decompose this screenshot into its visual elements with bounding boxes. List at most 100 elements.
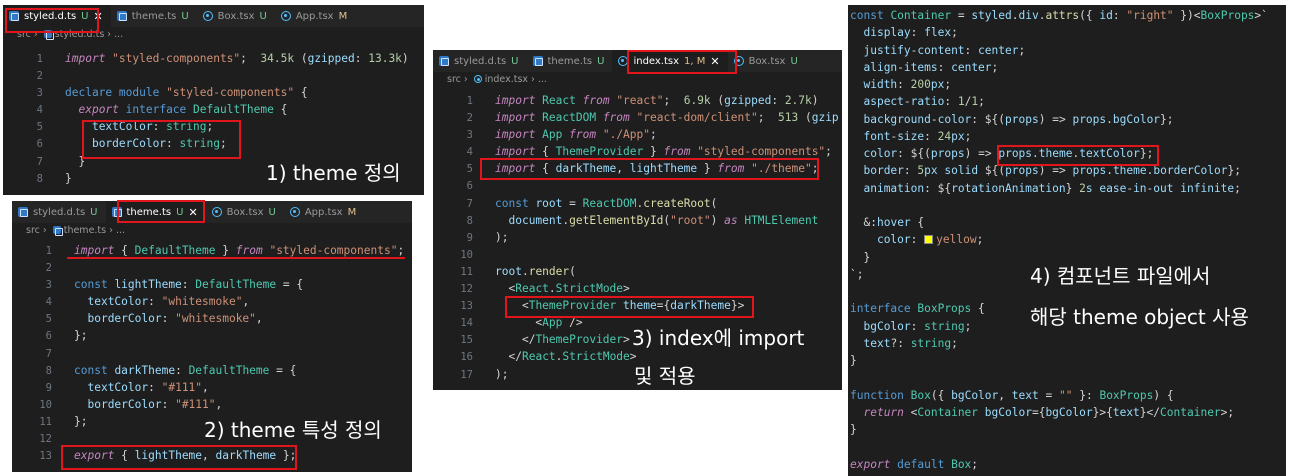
line-number: 7: [45, 347, 52, 360]
code-line: 6 borderColor: string;: [3, 135, 424, 152]
code-line: border: 5px solid ${(props) => props.the…: [848, 162, 1286, 179]
tab-label: Box.tsx: [217, 10, 255, 22]
tab-app-tsx[interactable]: App.tsx M: [284, 201, 364, 223]
chevron-right-icon: ›: [39, 225, 50, 236]
tab-app-tsx[interactable]: App.tsx M: [275, 5, 355, 27]
tab-label: Box.tsx: [748, 55, 786, 67]
line-number: 9: [45, 381, 52, 394]
react-file-icon: [280, 11, 291, 21]
code-text: import React from "react"; 6.9k (gzipped…: [495, 94, 819, 107]
code-line: 4 import { ThemeProvider } from "styled-c…: [433, 143, 842, 160]
typescript-file-icon: [532, 56, 543, 66]
typescript-file-icon: [18, 207, 28, 217]
code-line: 5 borderColor: "whitesmoke",: [12, 310, 412, 327]
breadcrumb-item[interactable]: src: [17, 29, 31, 40]
tab-label: styled.d.ts: [454, 55, 507, 67]
editor-panel-theme-ts: styled.d.ts Utheme.ts U ✕ Box.tsx U App.tsx M s…: [12, 201, 412, 472]
code-text: display: flex;: [863, 26, 958, 40]
line-number: 8: [36, 172, 43, 185]
close-icon[interactable]: ✕: [188, 206, 197, 219]
line-number: 16: [460, 351, 473, 364]
code-area[interactable]: const Container = styled.div.attrs({ id:…: [848, 7, 1286, 473]
line-number: 2: [45, 262, 52, 275]
tab-theme-ts[interactable]: theme.ts U: [527, 50, 613, 72]
breadcrumb-item[interactable]: ...: [116, 225, 125, 236]
tab-label: theme.ts: [126, 206, 172, 218]
line-number: 3: [45, 279, 52, 292]
caption: 4) 컴포넌트 파일에서: [1030, 264, 1211, 288]
tab-index-tsx[interactable]: index.tsx 1, M ✕: [612, 50, 728, 72]
code-text: const root = ReactDOM.createRoot(: [495, 196, 718, 210]
line-number: 1: [36, 53, 43, 65]
chevron-right-icon: ›: [528, 74, 538, 85]
breadcrumb-item[interactable]: index.tsx: [485, 74, 528, 85]
code-text: </ThemeProvider>: [521, 333, 630, 347]
tab-box-tsx[interactable]: Box.tsx U: [206, 201, 284, 223]
code-text: import { DefaultTheme } from "styled-com…: [74, 244, 405, 257]
close-icon[interactable]: ✕: [710, 55, 719, 68]
code-line: 5 textColor: string;: [3, 118, 424, 135]
code-line: 5 import { darkTheme, lightTheme } from "…: [433, 160, 842, 177]
breadcrumb-item[interactable]: src: [447, 74, 461, 85]
code-text: aspect-ratio: 1/1;: [863, 95, 985, 109]
code-text: function Box({ bgColor, text = "" }: Box…: [850, 388, 1174, 402]
line-number: 4: [45, 296, 52, 309]
code-text: <ThemeProvider theme={darkTheme}>: [521, 299, 745, 313]
tab-theme-ts[interactable]: theme.ts U: [111, 5, 197, 27]
code-line: 10: [433, 246, 842, 263]
code-line: 9);: [433, 229, 842, 246]
line-number: 4: [36, 104, 43, 117]
typescript-file-icon: [9, 11, 19, 21]
code-text: );: [495, 367, 509, 381]
code-line: color: yellow;: [848, 231, 1286, 248]
breadcrumb-item[interactable]: styled.d.ts: [55, 29, 105, 40]
tab-box-tsx[interactable]: Box.tsx U: [728, 50, 806, 72]
git-status-badge: U: [511, 55, 519, 67]
tab-styled-d-ts[interactable]: styled.d.ts U: [433, 50, 527, 72]
code-line: return <Container bgColor={bgColor}>{tex…: [848, 404, 1286, 421]
react-file-icon: [289, 207, 300, 217]
line-number: 10: [39, 398, 52, 411]
code-line: font-size: 24px;: [848, 128, 1286, 145]
code-text: document.getElementById("root") as HTMLE…: [508, 213, 819, 227]
breadcrumb-item[interactable]: src: [26, 225, 40, 236]
line-number: 12: [39, 433, 52, 446]
code-text: }: [850, 354, 857, 367]
code-line: function Box({ bgColor, text = "" }: Box…: [848, 387, 1286, 404]
code-line: 1 import React from "react"; 6.9k (gzippe…: [433, 92, 842, 109]
code-text: textColor: string;: [91, 120, 214, 134]
tab-box-tsx[interactable]: Box.tsx U: [197, 5, 275, 27]
tab-label: index.tsx: [633, 55, 680, 67]
line-number: 5: [466, 163, 473, 176]
typescript-file-icon: [116, 11, 127, 21]
code-text: return <Container bgColor={bgColor}>{tex…: [863, 405, 1235, 419]
code-line: 8 const darkTheme: DefaultTheme = {: [12, 362, 412, 379]
code-line: 13 export { lightTheme, darkTheme };: [12, 447, 412, 464]
tab-label: styled.d.ts: [33, 206, 86, 218]
tab-styled-d-ts[interactable]: styled.d.ts U: [12, 201, 106, 223]
react-file-icon: [202, 11, 213, 21]
caption: 3) index에 import: [632, 326, 805, 350]
code-text: <App />: [535, 316, 583, 330]
tab-styled-d-ts[interactable]: styled.d.ts U ✕: [3, 5, 111, 27]
code-text: width: 200px;: [863, 78, 952, 91]
breadcrumb-item[interactable]: ...: [538, 74, 547, 85]
code-line: 3 import App from "./App";: [433, 126, 842, 143]
line-number: 2: [466, 112, 473, 125]
code-line: 8 document.getElementById("root") as HTM…: [433, 212, 842, 229]
code-line: 7: [12, 345, 412, 362]
code-text: export interface DefaultTheme {: [78, 103, 288, 117]
tab-theme-ts[interactable]: theme.ts U ✕: [105, 201, 206, 223]
close-icon[interactable]: ✕: [94, 10, 103, 23]
code-line: }: [848, 421, 1286, 438]
line-number: 7: [466, 197, 473, 210]
git-status-badge: U: [90, 206, 98, 218]
code-text: `;: [850, 267, 864, 281]
git-status-badge: U: [81, 10, 89, 22]
code-text: color: yellow;: [876, 233, 984, 247]
editor-panel-styled-d-ts: styled.d.ts U ✕ theme.ts U Box.tsx U App.tsx M s…: [3, 5, 424, 195]
breadcrumb-item[interactable]: ...: [114, 29, 123, 40]
git-status-badge: M: [338, 10, 348, 22]
code-line: justify-content: center;: [848, 42, 1286, 59]
breadcrumb-item[interactable]: theme.ts: [64, 225, 106, 236]
